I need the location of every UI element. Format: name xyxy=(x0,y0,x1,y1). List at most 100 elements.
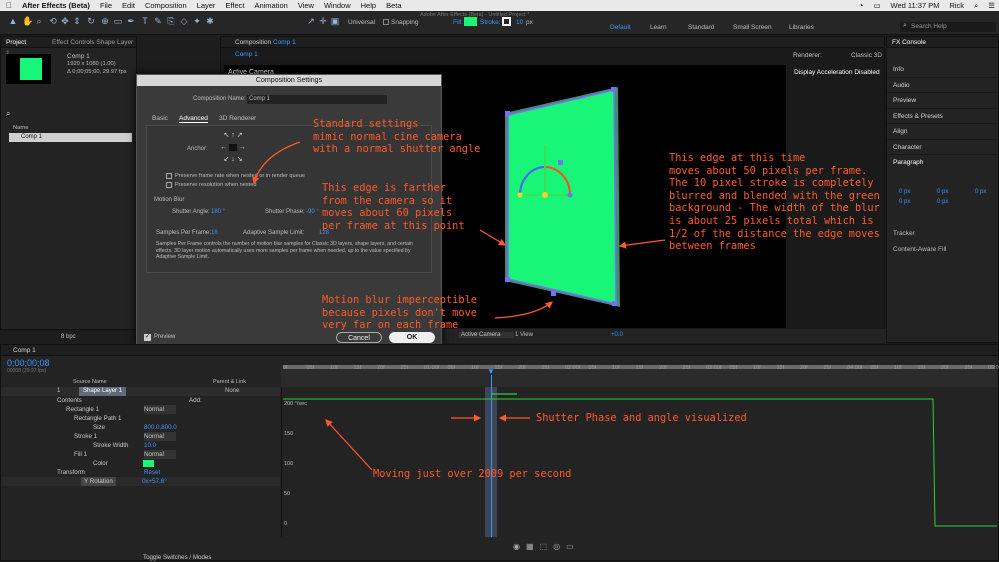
dolly-tool-icon[interactable]: ⇕ xyxy=(72,16,82,28)
stroke-1-blend[interactable]: Normal xyxy=(144,432,176,441)
add-button[interactable]: Add: xyxy=(189,396,202,405)
fx-console-tab[interactable]: FX Console xyxy=(887,37,998,48)
type-tool-icon[interactable]: T xyxy=(140,16,150,28)
samples-per-frame-value[interactable]: 16 xyxy=(211,230,218,236)
rectangle-tool-icon[interactable]: ▭ xyxy=(113,16,123,28)
comp-subtab[interactable]: Comp 1 xyxy=(235,51,258,58)
panel-tracker[interactable]: Tracker xyxy=(893,230,915,237)
zoom-tool-icon[interactable]: ⌕ xyxy=(34,16,44,28)
panel-effects-presets[interactable]: Effects & Presets xyxy=(887,109,998,124)
selection-tool-icon[interactable]: ▲ xyxy=(8,16,18,28)
paragraph-indent-left[interactable]: 0 px xyxy=(899,189,910,195)
menu-animation[interactable]: Animation xyxy=(254,1,287,10)
view-dropdown[interactable]: 1 View xyxy=(515,332,533,338)
stroke-width-value[interactable]: 10 xyxy=(516,19,523,26)
panel-info[interactable]: Info xyxy=(887,62,998,78)
brush-tool-icon[interactable]: ✎ xyxy=(153,16,163,28)
paragraph-first-indent[interactable]: 0 px xyxy=(899,199,910,205)
renderer-value[interactable]: Classic 3D xyxy=(851,52,882,59)
preview-checkbox[interactable]: ✓ xyxy=(144,334,151,341)
column-name[interactable]: Name xyxy=(13,125,28,131)
rectangle-path-row[interactable]: Rectangle Path 1 xyxy=(74,414,121,423)
fill-1-blend[interactable]: Normal xyxy=(144,450,176,459)
panel-audio[interactable]: Audio xyxy=(887,78,998,93)
workspace-default[interactable]: Default xyxy=(610,24,631,31)
shutter-phase-value[interactable]: -90 ° xyxy=(306,209,319,215)
hand-tool-icon[interactable]: ✋ xyxy=(22,16,33,28)
puppet-tool-icon[interactable]: ✱ xyxy=(205,16,215,28)
tab-advanced[interactable]: Advanced xyxy=(179,115,208,123)
pan-tool-icon[interactable]: ✥ xyxy=(60,16,70,28)
clock[interactable]: Wed 11:37 PM xyxy=(891,1,940,10)
wifi-icon[interactable]: ◔ xyxy=(859,1,864,10)
menu-file[interactable]: File xyxy=(100,1,112,10)
stroke-swatch[interactable] xyxy=(502,17,511,26)
transform-row[interactable]: Transform xyxy=(57,468,85,477)
column-parent-link[interactable]: Parent & Link xyxy=(213,379,246,385)
paragraph-space-after[interactable]: 0 px xyxy=(975,189,986,195)
preserve-framerate-checkbox[interactable] xyxy=(166,173,172,179)
graph-footer-icons[interactable]: ◉▦⬚◎▭ xyxy=(513,542,580,551)
size-value[interactable]: 800.0,800.0 xyxy=(144,423,177,432)
menu-help[interactable]: Help xyxy=(361,1,376,10)
column-source-name[interactable]: Source Name xyxy=(73,379,107,385)
shape-layer-preview[interactable] xyxy=(490,85,630,310)
pan-behind-tool-icon[interactable]: ⊕ xyxy=(100,16,110,28)
menu-window[interactable]: Window xyxy=(324,1,351,10)
stroke-width-value[interactable]: 10.0 xyxy=(144,441,156,450)
fill-label[interactable]: Fill: xyxy=(453,19,463,26)
rectangle-1-row[interactable]: Rectangle 1 xyxy=(66,405,99,414)
world-axis-icon[interactable]: ✛ xyxy=(318,16,328,28)
shutter-angle-value[interactable]: 180 ° xyxy=(211,209,225,215)
project-search-icon[interactable]: ⌕ xyxy=(6,109,10,119)
clone-tool-icon[interactable]: ⎘ xyxy=(166,16,176,28)
apple-icon[interactable]:  xyxy=(6,1,12,10)
menu-layer[interactable]: Layer xyxy=(197,1,216,10)
menu-composition[interactable]: Composition xyxy=(145,1,187,10)
menu-effect[interactable]: Effect xyxy=(225,1,244,10)
view-axis-icon[interactable]: ▣ xyxy=(330,16,340,28)
workspace-small-screen[interactable]: Small Screen xyxy=(733,24,772,31)
battery-icon[interactable]: ▭ xyxy=(873,1,880,10)
menu-beta[interactable]: Beta xyxy=(386,1,401,10)
tab-3d-renderer[interactable]: 3D Renderer xyxy=(219,115,256,122)
tab-project[interactable]: Project xyxy=(6,39,26,46)
snapping-checkbox[interactable] xyxy=(383,19,389,25)
universal-label[interactable]: Universal xyxy=(348,19,375,26)
search-help-field[interactable]: ⌕ Search Help xyxy=(900,22,996,32)
fill-swatch[interactable] xyxy=(464,17,477,26)
spotlight-icon[interactable]: ⌕ xyxy=(974,1,978,11)
tab-basic[interactable]: Basic xyxy=(152,115,168,122)
layer-name[interactable]: Shape Layer 1 xyxy=(79,387,127,396)
panel-preview[interactable]: Preview xyxy=(887,93,998,109)
workspace-standard-visible[interactable]: Standard xyxy=(688,24,714,31)
stroke-1-row[interactable]: Stroke 1 xyxy=(74,432,97,441)
roto-tool-icon[interactable]: ✦ xyxy=(192,16,202,28)
pen-tool-icon[interactable]: ✒ xyxy=(126,16,136,28)
current-timecode[interactable]: 0;00;00;08 xyxy=(7,358,50,368)
user-name[interactable]: Rick xyxy=(949,1,964,10)
fill-color-swatch[interactable] xyxy=(143,460,154,467)
tab-timeline-comp1[interactable]: Comp 1 xyxy=(13,347,36,354)
tab-composition[interactable]: Composition xyxy=(235,39,271,46)
anchor-grid[interactable]: ↖ ↑ ↗ ← → ↙ ↓ ↘ xyxy=(213,130,253,168)
workspace-libraries[interactable]: Libraries xyxy=(789,24,814,31)
composition-name-input[interactable]: Comp 1 xyxy=(247,95,387,104)
bpc-label[interactable]: 8 bpc xyxy=(61,334,76,340)
cancel-button[interactable]: Cancel xyxy=(336,332,382,343)
panel-content-aware-fill[interactable]: Content-Aware Fill xyxy=(893,246,946,253)
layer-parent[interactable]: None xyxy=(225,388,239,394)
y-rotation-value[interactable]: 0x+57.6° xyxy=(142,477,167,486)
local-axis-icon[interactable]: ↗ xyxy=(306,16,316,28)
menu-list-icon[interactable]: ☰ xyxy=(988,1,995,10)
menu-view[interactable]: View xyxy=(298,1,314,10)
ok-button[interactable]: OK xyxy=(389,332,435,343)
camera-dropdown[interactable]: Active Camera xyxy=(459,332,515,338)
paragraph-indent-right[interactable]: 0 px xyxy=(937,189,948,195)
menu-edit[interactable]: Edit xyxy=(122,1,135,10)
contents-row[interactable]: Contents xyxy=(57,396,82,405)
stroke-label[interactable]: Stroke: xyxy=(480,19,501,26)
rotate-tool-icon[interactable]: ↻ xyxy=(86,16,96,28)
panel-align[interactable]: Align xyxy=(887,124,998,140)
paragraph-space-before[interactable]: 0 px xyxy=(937,199,948,205)
